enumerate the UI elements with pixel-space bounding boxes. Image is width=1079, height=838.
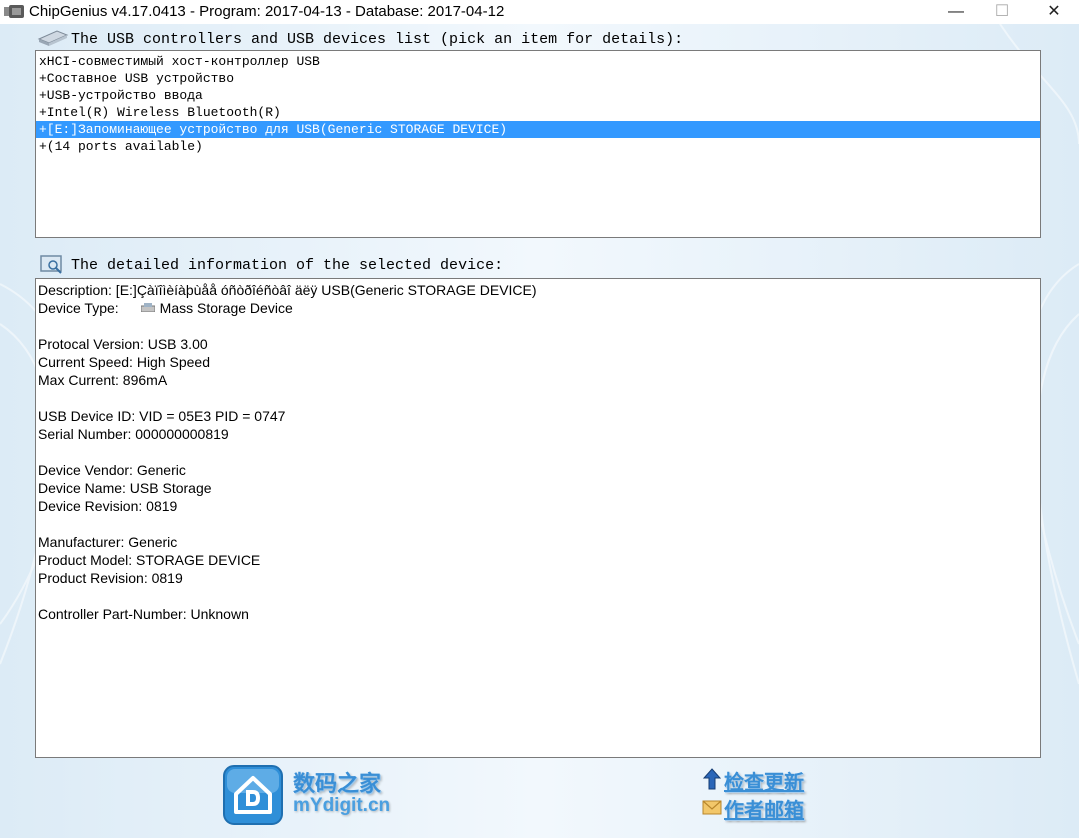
check-update-label[interactable]: 检查更新 (724, 766, 804, 795)
logo-subtext[interactable]: mYdigit.cn (293, 795, 390, 817)
device-revision-text: Device Revision: 0819 (38, 498, 178, 514)
list-item[interactable]: +(14 ports available) (36, 138, 1040, 155)
monitor-search-icon (40, 255, 62, 274)
device-details-panel: Description: [E:]Çàïîìèíàþùåå óñòðîéñòâî… (35, 278, 1041, 758)
device-list[interactable]: xHCI-совместимый хост-контроллер USB +Со… (35, 50, 1041, 238)
controller-part-number-text: Controller Part-Number: Unknown (38, 606, 249, 622)
list-item[interactable]: +Составное USB устройство (36, 70, 1040, 87)
usb-drive-icon (4, 5, 24, 18)
list-item-selected[interactable]: +[E:]Запоминающее устройство для USB(Gen… (36, 121, 1040, 138)
description-text: Description: [E:]Çàïîìèíàþùåå óñòðîéñòâî… (38, 282, 537, 298)
window-title: ChipGenius v4.17.0413 - Program: 2017-04… (29, 3, 505, 20)
device-name-text: Device Name: USB Storage (38, 480, 212, 496)
storage-device-icon (140, 303, 155, 312)
manufacturer-text: Manufacturer: Generic (38, 534, 178, 550)
author-email-label[interactable]: 作者邮箱 (724, 794, 804, 823)
protocol-version-text: Protocal Version: USB 3.00 (38, 336, 208, 352)
details-label: The detailed information of the selected… (71, 257, 504, 274)
device-type-value: Mass Storage Device (159, 300, 293, 316)
logo-text[interactable]: 数码之家 (293, 766, 381, 798)
maximize-button[interactable]: ☐ (979, 0, 1025, 24)
product-revision-text: Product Revision: 0819 (38, 570, 183, 586)
product-model-text: Product Model: STORAGE DEVICE (38, 552, 261, 568)
update-arrow-icon (702, 768, 722, 790)
device-type-label: Device Type: (38, 300, 119, 316)
mydigit-logo-icon[interactable] (222, 764, 284, 826)
minimize-button[interactable]: — (933, 0, 979, 24)
usb-device-id-text: USB Device ID: VID = 05E3 PID = 0747 (38, 408, 286, 424)
list-item[interactable]: +Intel(R) Wireless Bluetooth(R) (36, 104, 1040, 121)
device-vendor-text: Device Vendor: Generic (38, 462, 186, 478)
envelope-icon (702, 800, 722, 815)
close-button[interactable]: ✕ (1031, 0, 1077, 24)
serial-number-text: Serial Number: 000000000819 (38, 426, 229, 442)
list-item[interactable]: +USB-устройство ввода (36, 87, 1040, 104)
title-bar: ChipGenius v4.17.0413 - Program: 2017-04… (0, 0, 1079, 24)
list-item[interactable]: xHCI-совместимый хост-контроллер USB (36, 53, 1040, 70)
max-current-text: Max Current: 896mA (38, 372, 168, 388)
devices-list-label: The USB controllers and USB devices list… (71, 31, 684, 48)
device-type-row: Device Type: Mass Storage Device (38, 299, 1040, 317)
main-window-client: The USB controllers and USB devices list… (0, 24, 1079, 838)
usb-drive-icon (37, 30, 69, 46)
current-speed-text: Current Speed: High Speed (38, 354, 210, 370)
